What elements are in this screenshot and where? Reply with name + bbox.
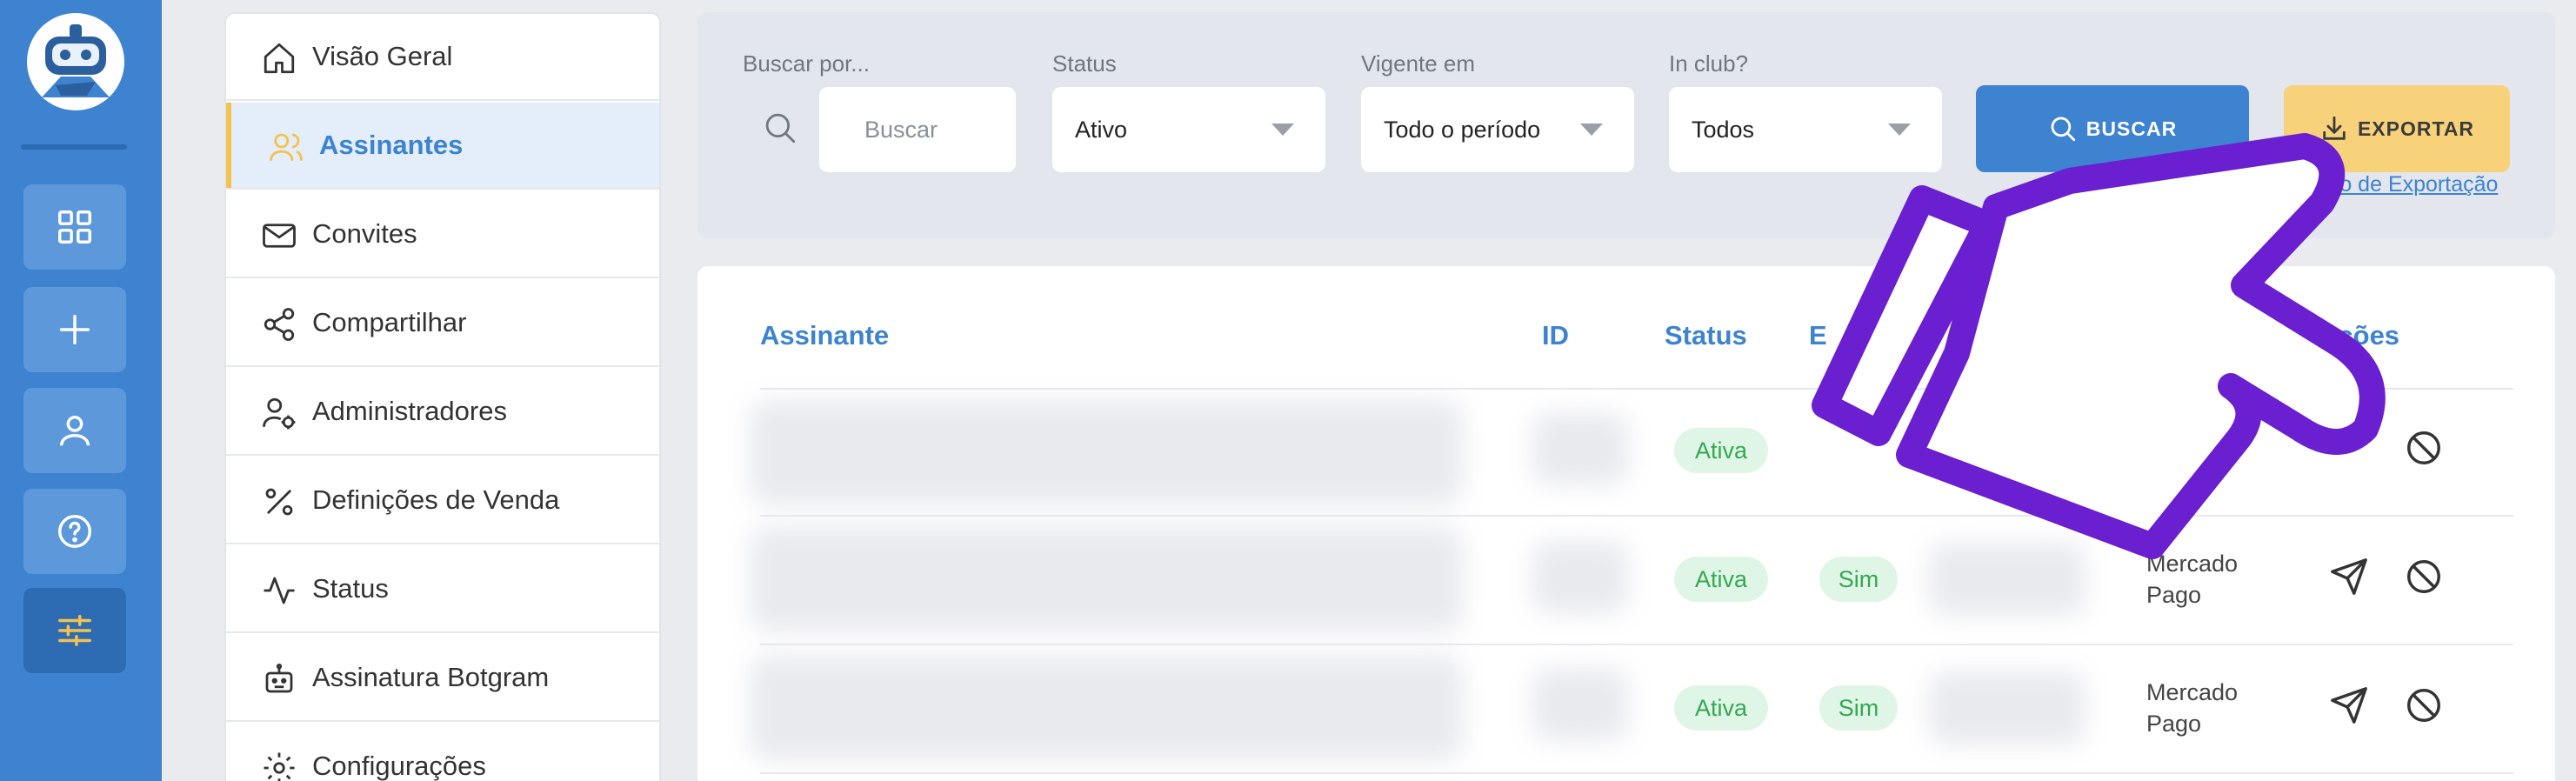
settings-rail-button[interactable]	[23, 588, 126, 673]
club-select-value: Todos	[1692, 116, 1755, 143]
vigente-select-value: Todo o período	[1384, 116, 1541, 143]
menu-item-configuracoes[interactable]: Configurações	[226, 724, 659, 781]
menu-item-compartilhar[interactable]: Compartilhar	[226, 280, 659, 367]
redacted-subscriber	[750, 656, 1463, 760]
status-badge: Ativa	[1674, 557, 1768, 602]
vigente-select[interactable]: Todo o período	[1361, 87, 1634, 172]
menu-item-label: Configurações	[312, 751, 486, 781]
robot-logo-icon[interactable]	[26, 12, 125, 111]
menu-item-convites[interactable]: Convites	[226, 191, 659, 278]
column-header-status[interactable]: Status	[1665, 320, 1747, 351]
status-select-value: Ativo	[1075, 116, 1128, 143]
menu-item-label: Definições de Venda	[312, 484, 560, 515]
add-rail-button[interactable]	[23, 287, 126, 372]
block-icon[interactable]	[2404, 685, 2444, 725]
users-icon	[270, 133, 303, 161]
status-badge: Ativa	[1674, 428, 1768, 473]
bot-icon	[265, 663, 293, 693]
side-menu: Visão Geral Assinantes Convites Comparti…	[224, 12, 661, 781]
pointing-hand-overlay-icon	[1812, 133, 2386, 559]
club-label: In club?	[1669, 50, 1749, 77]
table-divider	[760, 644, 2513, 645]
menu-item-label: Visão Geral	[312, 41, 453, 71]
menu-item-label: Administradores	[312, 396, 507, 426]
search-label: Buscar por...	[743, 50, 870, 77]
menu-item-label: Assinantes	[319, 130, 464, 160]
redacted-id	[1532, 668, 1628, 741]
gateway-text: Mercado Pago	[2146, 679, 2239, 737]
percent-icon	[265, 488, 293, 516]
settings-icon	[264, 752, 295, 781]
column-header-assinante[interactable]: Assinante	[760, 320, 889, 351]
help-icon	[58, 515, 91, 548]
activity-icon	[264, 577, 295, 604]
mail-icon	[263, 224, 296, 248]
status-select[interactable]: Ativo	[1052, 87, 1325, 172]
menu-item-label: Compartilhar	[312, 307, 467, 337]
menu-item-label: Status	[312, 573, 389, 604]
app-rail	[0, 0, 162, 781]
search-icon	[765, 113, 796, 144]
menu-item-assinatura-botgram[interactable]: Assinatura Botgram	[226, 635, 659, 722]
menu-item-visao-geral[interactable]: Visão Geral	[226, 14, 659, 101]
vigente-label: Vigente em	[1361, 50, 1476, 77]
send-icon[interactable]	[2329, 685, 2369, 725]
redacted-subscriber	[750, 400, 1463, 504]
status-label: Status	[1052, 50, 1117, 77]
user-icon	[59, 415, 90, 446]
home-icon	[264, 43, 295, 74]
redacted-subscriber	[750, 527, 1463, 631]
admin-icon	[263, 397, 296, 430]
chevron-down-icon	[1580, 123, 1603, 136]
menu-item-label: Assinatura Botgram	[312, 662, 550, 692]
grid-icon	[58, 210, 91, 244]
redacted-id	[1532, 541, 1628, 614]
plus-icon	[59, 314, 90, 345]
menu-item-definicoes-de-venda[interactable]: Definições de Venda	[226, 457, 659, 544]
redacted-id	[1532, 412, 1628, 485]
menu-item-label: Convites	[312, 218, 417, 249]
dashboard-rail-button[interactable]	[23, 184, 126, 270]
rail-divider	[21, 144, 127, 150]
status-badge: Ativa	[1674, 685, 1768, 731]
table-divider	[760, 772, 2513, 774]
menu-item-administradores[interactable]: Administradores	[226, 369, 659, 456]
help-rail-button[interactable]	[23, 489, 126, 574]
profile-rail-button[interactable]	[23, 388, 126, 473]
share-icon	[264, 308, 295, 341]
menu-item-assinantes[interactable]: Assinantes	[226, 103, 659, 190]
chevron-down-icon	[1271, 123, 1294, 136]
menu-item-status[interactable]: Status	[226, 546, 659, 633]
column-header-id[interactable]: ID	[1542, 320, 1569, 351]
in-club-badge: Sim	[1819, 685, 1898, 731]
redacted-value	[1929, 671, 2085, 744]
search-placeholder: Buscar	[864, 116, 938, 143]
sliders-icon	[58, 614, 91, 647]
search-input[interactable]: Buscar	[819, 87, 1016, 172]
